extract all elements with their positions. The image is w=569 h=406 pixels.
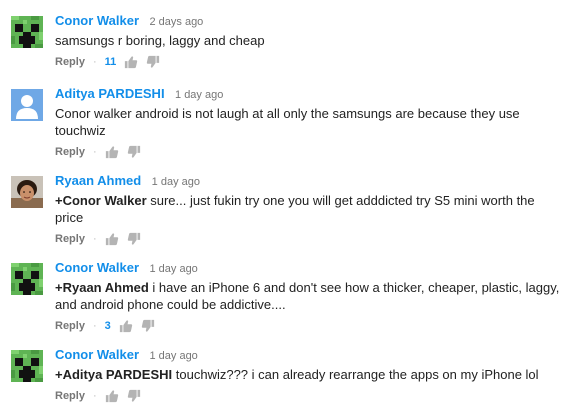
comment-text: +Ryaan Ahmed i have an iPhone 6 and don'…	[55, 279, 563, 313]
reply-button[interactable]: Reply	[55, 318, 85, 334]
mention-link[interactable]: +Ryaan Ahmed	[55, 280, 149, 295]
comment-text-content: samsungs r boring, laggy and cheap	[55, 33, 265, 48]
thumbs-down-icon[interactable]	[146, 55, 160, 69]
comment-text-content: Conor walker android is not laugh at all…	[55, 106, 520, 138]
thumbs-up-icon[interactable]	[105, 389, 119, 403]
reply-button[interactable]: Reply	[55, 144, 85, 160]
separator: ·	[92, 233, 97, 245]
thumbs-down-icon[interactable]	[127, 232, 141, 246]
comment-thread: Conor Walker 2 days ago samsungs r borin…	[0, 0, 569, 406]
comment-header: Conor Walker 1 day ago	[55, 346, 563, 364]
comment-body: Conor Walker 2 days ago samsungs r borin…	[55, 12, 563, 70]
separator: ·	[92, 56, 97, 68]
timestamp[interactable]: 2 days ago	[149, 16, 203, 28]
author-name[interactable]: Conor Walker	[55, 260, 139, 275]
author-name[interactable]: Aditya PARDESHI	[55, 86, 165, 101]
author-name[interactable]: Ryaan Ahmed	[55, 173, 141, 188]
avatar[interactable]	[11, 16, 43, 48]
comment-actions: Reply ·	[55, 231, 563, 247]
author-name[interactable]: Conor Walker	[55, 13, 139, 28]
author-name[interactable]: Conor Walker	[55, 347, 139, 362]
comment-actions: Reply ·	[55, 388, 563, 404]
comment-header: Aditya PARDESHI 1 day ago	[55, 85, 563, 103]
reply-button[interactable]: Reply	[55, 231, 85, 247]
comment-text: +Conor Walker sure... just fukin try one…	[55, 192, 563, 226]
comment-body: Ryaan Ahmed 1 day ago +Conor Walker sure…	[55, 172, 563, 247]
separator: ·	[92, 390, 97, 402]
comment-actions: Reply ·	[55, 144, 563, 160]
avatar[interactable]	[11, 89, 43, 121]
reply-button[interactable]: Reply	[55, 388, 85, 404]
thumbs-up-icon[interactable]	[105, 232, 119, 246]
separator: ·	[92, 320, 97, 332]
mention-link[interactable]: +Conor Walker	[55, 193, 147, 208]
separator: ·	[92, 146, 97, 158]
comment-header: Conor Walker 1 day ago	[55, 259, 563, 277]
timestamp[interactable]: 1 day ago	[149, 350, 197, 362]
thumbs-up-icon[interactable]	[124, 55, 138, 69]
comment-actions: Reply · 3	[55, 318, 563, 334]
timestamp[interactable]: 1 day ago	[149, 263, 197, 275]
thumbs-down-icon[interactable]	[127, 145, 141, 159]
comment-actions: Reply · 11	[55, 54, 563, 70]
thumbs-up-icon[interactable]	[119, 319, 133, 333]
comment-body: Conor Walker 1 day ago +Aditya PARDESHI …	[55, 346, 563, 404]
avatar[interactable]	[11, 176, 43, 208]
comment-header: Conor Walker 2 days ago	[55, 12, 563, 30]
like-count: 3	[104, 320, 111, 332]
timestamp[interactable]: 1 day ago	[175, 89, 223, 101]
comment-body: Aditya PARDESHI 1 day ago Conor walker a…	[55, 85, 563, 160]
comment-text-content: touchwiz??? i can already rearrange the …	[172, 367, 539, 382]
timestamp[interactable]: 1 day ago	[152, 176, 200, 188]
comment-header: Ryaan Ahmed 1 day ago	[55, 172, 563, 190]
thumbs-down-icon[interactable]	[141, 319, 155, 333]
avatar[interactable]	[11, 350, 43, 382]
comment-text: samsungs r boring, laggy and cheap	[55, 32, 563, 49]
thumbs-up-icon[interactable]	[105, 145, 119, 159]
thumbs-down-icon[interactable]	[127, 389, 141, 403]
comment-text: +Aditya PARDESHI touchwiz??? i can alrea…	[55, 366, 563, 383]
mention-link[interactable]: +Aditya PARDESHI	[55, 367, 172, 382]
comment-body: Conor Walker 1 day ago +Ryaan Ahmed i ha…	[55, 259, 563, 334]
avatar[interactable]	[11, 263, 43, 295]
comment-text: Conor walker android is not laugh at all…	[55, 105, 563, 139]
like-count: 11	[104, 56, 117, 68]
reply-button[interactable]: Reply	[55, 54, 85, 70]
